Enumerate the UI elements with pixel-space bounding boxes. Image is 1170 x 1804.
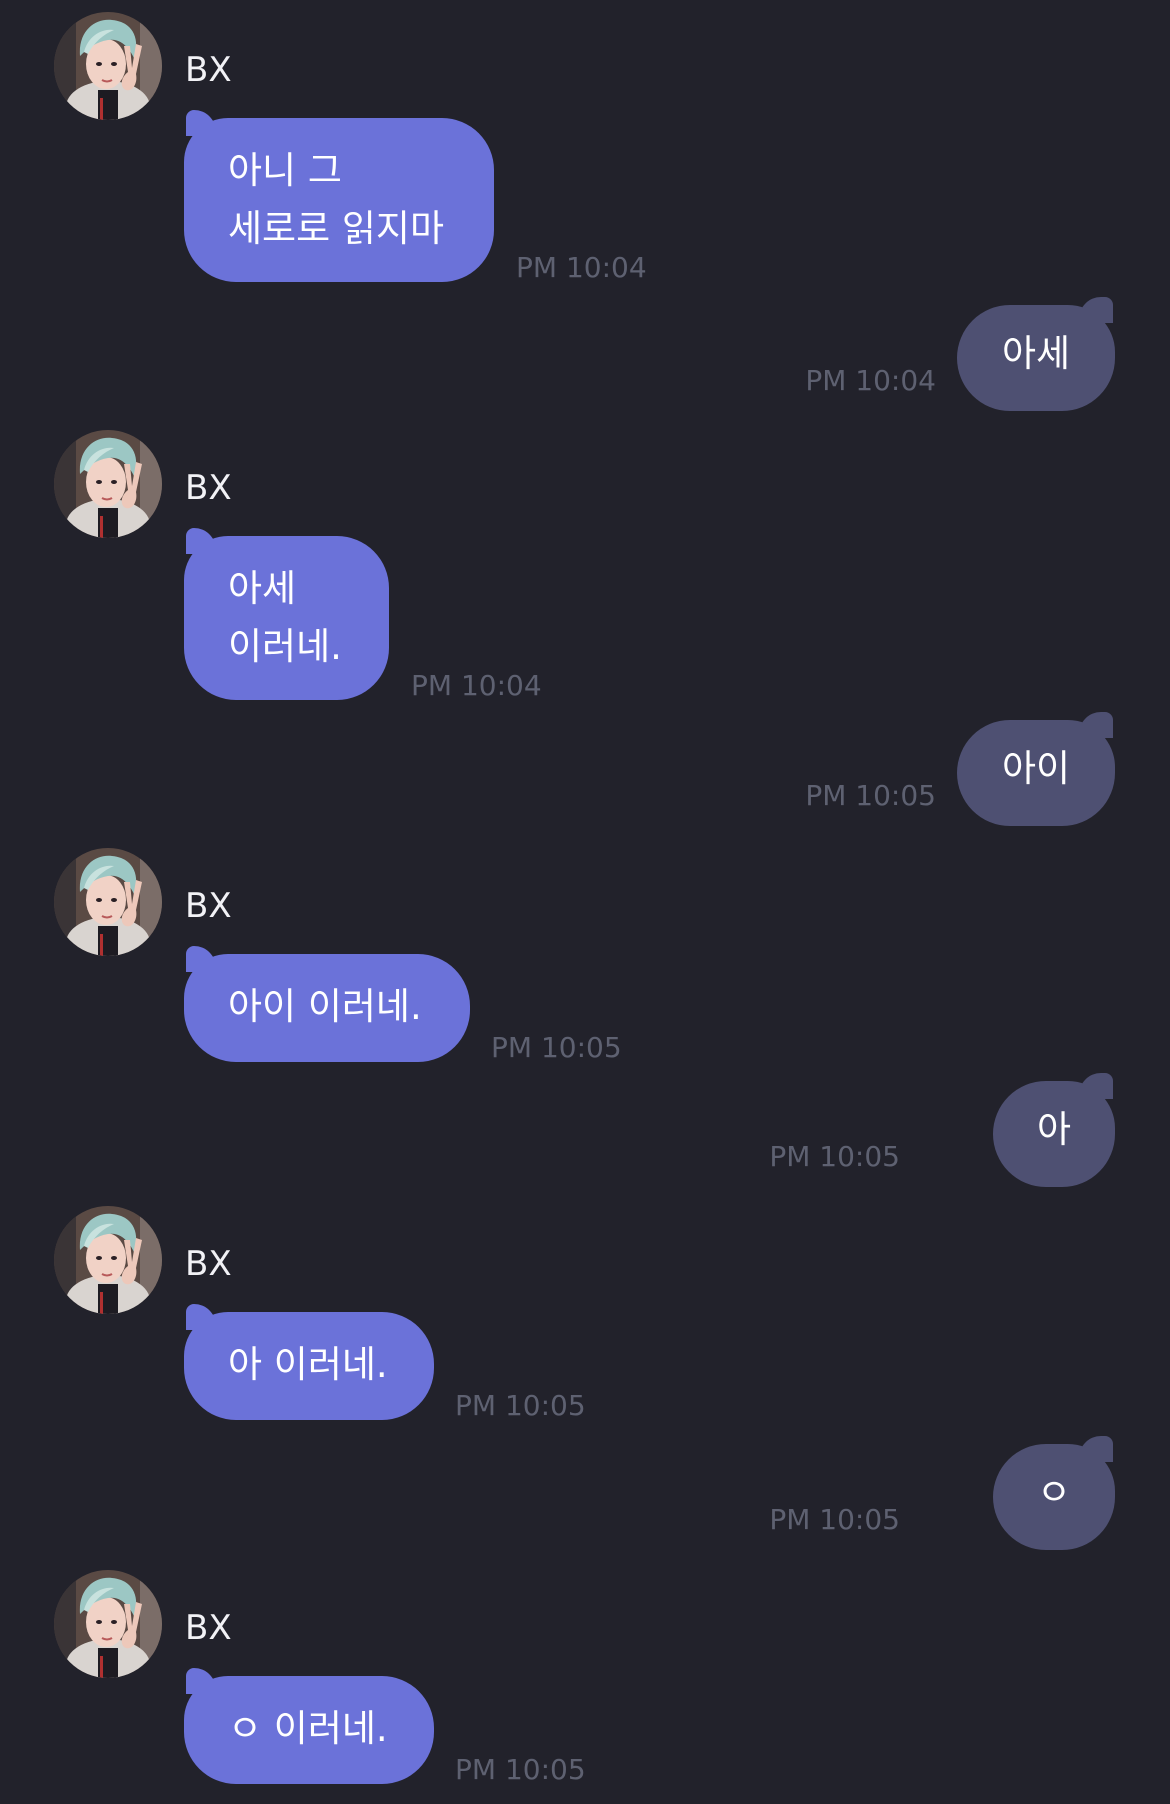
outgoing-message-bubble[interactable]: ㅇ [993,1436,1115,1550]
message-timestamp: PM 10:04 [411,669,542,702]
contact-name: BX [185,468,232,508]
message-timestamp: PM 10:04 [805,364,936,397]
incoming-message-bubble[interactable]: 아이 이러네. [184,946,470,1062]
incoming-message-bubble[interactable]: 아 이러네. [184,1304,434,1420]
message-timestamp: PM 10:05 [769,1503,900,1536]
message-timestamp: PM 10:05 [769,1140,900,1173]
message-timestamp: PM 10:04 [516,251,647,284]
contact-name: BX [185,1244,232,1284]
outgoing-message-bubble[interactable]: 아 [993,1073,1115,1187]
contact-avatar[interactable] [54,430,162,538]
outgoing-message-bubble[interactable]: 아이 [957,712,1115,826]
incoming-message-bubble[interactable]: ㅇ 이러네. [184,1668,434,1784]
incoming-message-bubble[interactable]: 아세 이러네. [184,528,389,700]
contact-avatar[interactable] [54,1570,162,1678]
outgoing-message-bubble[interactable]: 아세 [957,297,1115,411]
contact-name: BX [185,886,232,926]
message-timestamp: PM 10:05 [455,1753,586,1786]
message-timestamp: PM 10:05 [805,779,936,812]
contact-avatar[interactable] [54,848,162,956]
incoming-message-bubble[interactable]: 아니 그 세로로 읽지마 [184,110,494,282]
message-timestamp: PM 10:05 [491,1031,622,1064]
contact-name: BX [185,50,232,90]
message-timestamp: PM 10:05 [455,1389,586,1422]
contact-name: BX [185,1608,232,1648]
contact-avatar[interactable] [54,12,162,120]
contact-avatar[interactable] [54,1206,162,1314]
